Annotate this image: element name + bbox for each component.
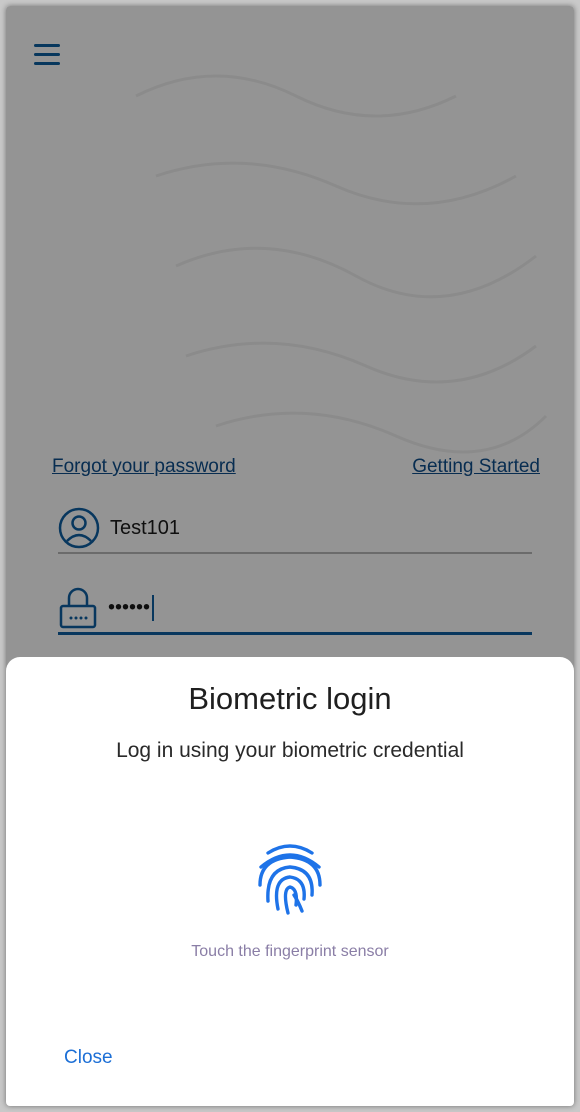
dialog-title: Biometric login xyxy=(188,681,392,716)
biometric-dialog: Biometric login Log in using your biomet… xyxy=(6,657,574,1106)
fingerprint-icon xyxy=(258,844,322,915)
app-frame: Forgot your password Getting Started Tes… xyxy=(6,6,574,1106)
close-button[interactable]: Close xyxy=(64,1047,113,1069)
fingerprint-hint: Touch the fingerprint sensor xyxy=(191,943,389,960)
dialog-subtitle: Log in using your biometric credential xyxy=(116,739,464,762)
